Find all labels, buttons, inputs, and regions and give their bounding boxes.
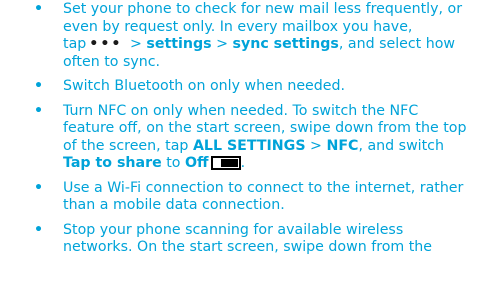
toggle-knob [213,159,220,167]
toggle-switch-icon [210,156,241,170]
nfc-term: NFC [326,137,359,154]
list-item-wifi: • Use a Wi-Fi connection to connect to t… [0,180,477,215]
bullet: • [34,78,44,94]
all-settings-term: ALL SETTINGS [192,137,306,154]
toggle-fill [220,159,238,167]
battery-tips-list: • Set your phone to check for new mail l… [0,1,477,264]
tip-text: Use a Wi-Fi connection to connect to the… [63,179,464,214]
bullet: • [34,1,44,17]
document-page: • Set your phone to check for new mail l… [0,0,477,299]
tip-text-part: to [161,155,185,171]
sync-settings-term: sync settings [232,36,339,52]
more-dots-icon: ••• [89,36,123,52]
tip-text-part: , and switch [358,137,444,154]
tip-text: Turn NFC on only when needed. To switch … [63,103,466,172]
separator: > [305,137,327,154]
bullet: • [34,102,44,119]
list-item-wireless-scan: • Stop your phone scanning for available… [0,222,477,257]
bullet: • [34,221,44,238]
tip-text: Switch Bluetooth on only when needed. [63,78,346,94]
separator: > [125,36,147,52]
off-term: Off [185,155,209,171]
tip-text: Stop your phone scanning for available w… [63,221,433,256]
list-item-bluetooth: • Switch Bluetooth on only when needed. [0,78,477,96]
settings-term: settings [146,36,212,52]
list-item-mail-sync: • Set your phone to check for new mail l… [0,1,477,71]
list-item-nfc: • Turn NFC on only when needed. To switc… [0,103,477,173]
tip-text: Set your phone to check for new mail les… [63,1,462,70]
tip-text-part: . [240,155,246,171]
tap-to-share-term: Tap to share [63,155,162,171]
separator: > [211,36,233,52]
bullet: • [34,179,44,196]
